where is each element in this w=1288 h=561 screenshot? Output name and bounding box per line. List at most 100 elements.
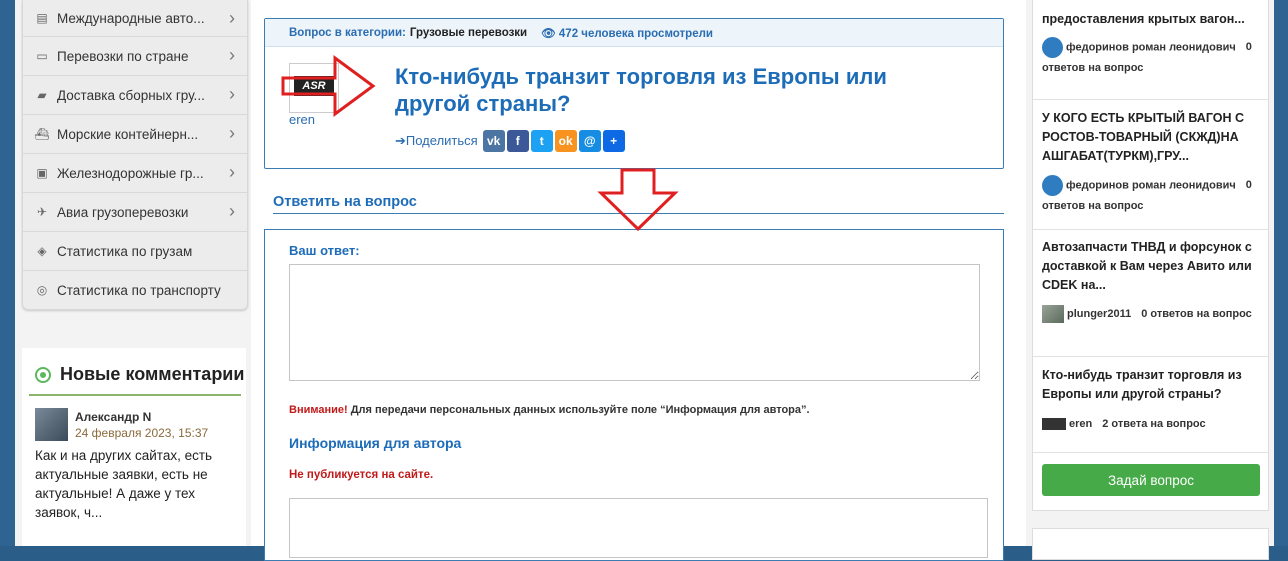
category-menu: ▤ Международные авто... › ▭ Перевозки по стр…: [22, 0, 248, 310]
chevron-right-icon: ›: [229, 123, 235, 143]
question-meta: федоринов роман леонидович 0 ответов на в…: [1042, 175, 1264, 217]
views-count: 👁 472 человека просмотрели: [541, 26, 713, 40]
menu-item-label: Железнодорожные гр...: [57, 165, 204, 181]
page-background-left: [0, 0, 15, 546]
more-share-button[interactable]: +: [602, 130, 625, 152]
menu-item-label: Статистика по транспорту: [57, 282, 221, 298]
airplane-icon: ✈: [36, 205, 48, 219]
comment-date: 24 февраля 2023, 15:37: [75, 426, 209, 440]
avatar[interactable]: ASR: [289, 63, 339, 113]
chevron-right-icon: ›: [229, 162, 235, 182]
question-author[interactable]: федоринов роман леонидович: [1066, 179, 1236, 191]
author-info-field[interactable]: [289, 498, 988, 558]
facebook-share-button[interactable]: f: [506, 130, 529, 152]
menu-item[interactable]: ▭ Перевозки по стране ›: [23, 36, 247, 75]
twitter-share-button[interactable]: t: [530, 130, 553, 152]
answer-form: Ваш ответ: Внимание! Для передачи персон…: [264, 229, 1004, 561]
menu-item-label: Перевозки по стране: [57, 48, 189, 64]
odnoklassniki-share-button[interactable]: ok: [554, 130, 577, 152]
avatar[interactable]: [1042, 418, 1066, 431]
new-comments-widget: Новые комментарии Александр N 24 февраля…: [22, 348, 246, 546]
warning-text: Для передачи персональных данных использ…: [347, 404, 810, 416]
comment-text[interactable]: Как и на других сайтах, есть актуальные …: [35, 446, 235, 522]
question-meta: Вопрос в категории: Грузовые перевозки 👁…: [265, 19, 1003, 47]
next-widget: [1032, 528, 1269, 560]
question-author[interactable]: федоринов роман леонидович: [1066, 41, 1236, 53]
mail-share-button[interactable]: @: [578, 130, 601, 152]
menu-item[interactable]: ◎ Статистика по транспорту: [23, 270, 247, 309]
share-label: ➔Поделиться: [395, 133, 478, 148]
odnoklassniki-icon: ok: [558, 134, 573, 148]
menu-item-label: Морские контейнерн...: [57, 126, 199, 142]
question-link[interactable]: Кто-нибудь транзит торговля из Европы ил…: [1042, 366, 1260, 404]
menu-item-label: Авиа грузоперевозки: [57, 204, 189, 220]
latest-questions-panel: Задай вопрос предоставления крытых вагон…: [1032, 0, 1269, 511]
comment-author[interactable]: Александр N: [75, 410, 151, 424]
list-item: У КОГО ЕСТЬ КРЫТЫЙ ВАГОН С РОСТОВ-ТОВАРН…: [1033, 99, 1268, 230]
asr-logo: ASR: [294, 76, 334, 96]
answer-textarea[interactable]: [289, 264, 980, 381]
new-comments-title: Новые комментарии: [60, 364, 245, 384]
question-author[interactable]: eren: [289, 112, 315, 127]
divider: [273, 213, 1004, 214]
warning-message: Внимание! Для передачи персональных данн…: [289, 404, 810, 416]
delivery-truck-icon: ▰: [37, 88, 47, 102]
avatar[interactable]: [1042, 305, 1064, 324]
vk-icon: vk: [487, 134, 501, 148]
bus-icon: ▭: [36, 49, 48, 63]
menu-item[interactable]: ✈ Авиа грузоперевозки ›: [23, 192, 247, 231]
question-link[interactable]: предоставления крытых вагон...: [1042, 10, 1260, 29]
new-comments-heading: Новые комментарии: [22, 348, 246, 385]
avatar[interactable]: [1042, 37, 1063, 58]
facebook-icon: f: [515, 134, 520, 148]
menu-item-label: Международные авто...: [57, 10, 205, 26]
chevron-right-icon: ›: [229, 8, 235, 28]
category-link[interactable]: Грузовые перевозки: [410, 27, 527, 39]
main-content: Вопрос в категории: Грузовые перевозки 👁…: [251, 0, 1026, 561]
heading-underline: [29, 394, 241, 396]
at-icon: @: [583, 134, 596, 148]
menu-item-label: Доставка сборных гру...: [57, 87, 205, 103]
ship-icon: ⛴: [34, 127, 50, 141]
menu-item[interactable]: ▤ Международные авто... ›: [23, 0, 247, 36]
menu-item[interactable]: ◈ Статистика по грузам: [23, 231, 247, 270]
left-column: ▤ Международные авто... › ▭ Перевозки по стр…: [15, 0, 251, 546]
warning-label: Внимание!: [289, 404, 348, 416]
views-text: 472 человека просмотрели: [558, 27, 713, 40]
twitter-icon: t: [539, 134, 544, 148]
question-link[interactable]: Автозапчасти ТНВД и форсунок с доставкой…: [1042, 238, 1260, 295]
question-card: Вопрос в категории: Грузовые перевозки 👁…: [264, 18, 1004, 169]
menu-item-label: Статистика по грузам: [57, 243, 193, 259]
ask-question-button[interactable]: Задай вопрос: [1042, 464, 1260, 496]
answer-label: Ваш ответ:: [289, 243, 360, 258]
question-link[interactable]: У КОГО ЕСТЬ КРЫТЫЙ ВАГОН С РОСТОВ-ТОВАРН…: [1042, 109, 1260, 166]
avatar[interactable]: [1042, 175, 1063, 196]
share-bar: ➔Поделиться vk f t ok @ +: [395, 130, 627, 152]
chevron-right-icon: ›: [229, 84, 235, 104]
cube-icon: ◈: [37, 244, 47, 258]
question-author[interactable]: eren: [1069, 418, 1092, 430]
vk-share-button[interactable]: vk: [482, 130, 505, 152]
author-info-title: Информация для автора: [289, 435, 462, 451]
menu-item[interactable]: ▰ Доставка сборных гру... ›: [23, 75, 247, 114]
avatar[interactable]: [35, 408, 68, 441]
menu-item[interactable]: ⛴ Морские контейнерн... ›: [23, 114, 247, 153]
dashboard-icon: ◎: [36, 283, 48, 297]
question-author[interactable]: plunger2011: [1067, 308, 1131, 320]
answers-count: 0 ответов на вопрос: [1141, 308, 1252, 320]
right-column: Задай вопрос предоставления крытых вагон…: [1026, 0, 1274, 560]
chevron-right-icon: ›: [229, 201, 235, 221]
list-item: Автозапчасти ТНВД и форсунок с доставкой…: [1033, 229, 1268, 357]
chevron-right-icon: ›: [229, 45, 235, 65]
page-background-right: [1274, 0, 1288, 546]
not-published-note: Не публикуется на сайте.: [289, 469, 434, 481]
list-item: предоставления крытых вагон... федоринов …: [1033, 0, 1268, 100]
category-label: Вопрос в категории:: [289, 26, 406, 39]
plus-icon: +: [610, 134, 618, 148]
question-meta: федоринов роман леонидович 0 ответов на в…: [1042, 37, 1264, 79]
radio-dot-icon: [35, 366, 51, 383]
page-title: Кто-нибудь транзит торговля из Европы ил…: [395, 64, 887, 116]
menu-item[interactable]: ▣ Железнодорожные гр... ›: [23, 153, 247, 192]
list-item: Кто-нибудь транзит торговля из Европы ил…: [1033, 356, 1268, 453]
train-icon: ▣: [36, 166, 48, 180]
